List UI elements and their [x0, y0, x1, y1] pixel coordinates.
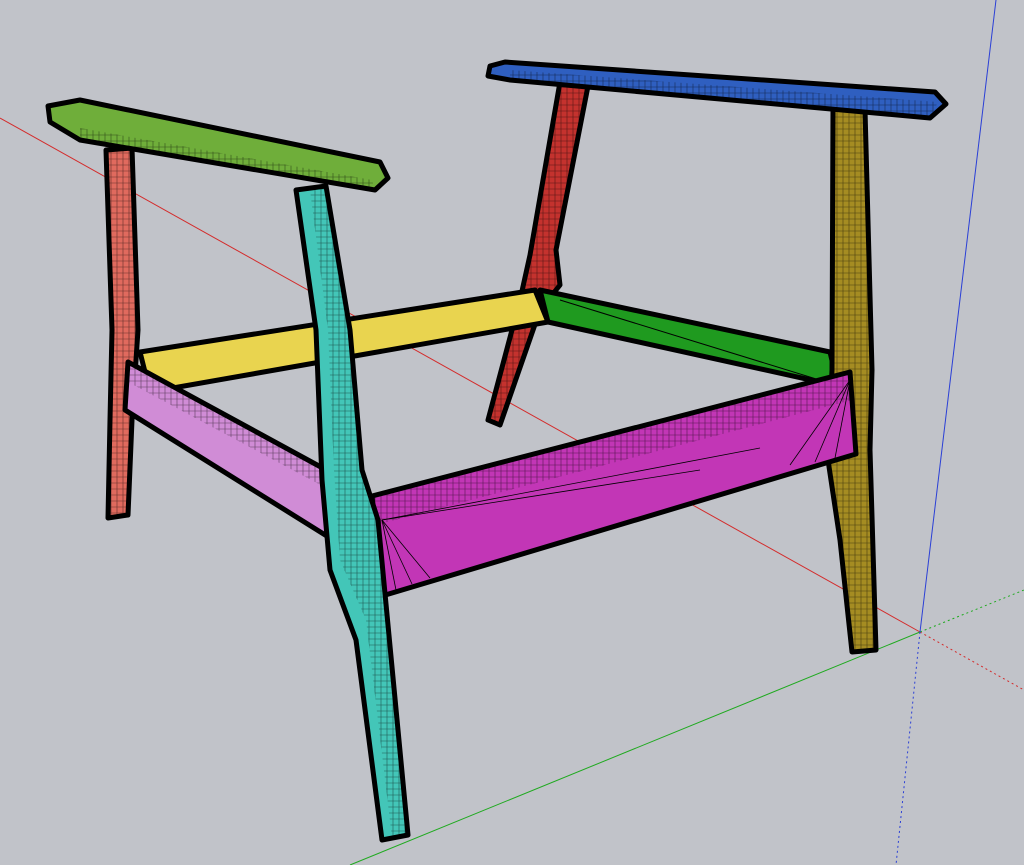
right-rail[interactable]	[537, 287, 841, 389]
green-axis-solid	[349, 631, 921, 865]
blue-axis-dotted	[895, 631, 921, 865]
back-left-leg[interactable]	[103, 145, 141, 521]
green-axis-dotted	[919, 589, 1024, 633]
modeling-viewport[interactable]	[0, 0, 1024, 865]
back-right-leg[interactable]	[485, 79, 591, 428]
left-armrest[interactable]	[45, 97, 391, 193]
chair-frame-model[interactable]	[45, 59, 949, 843]
left-rail[interactable]	[122, 359, 333, 541]
red-axis-dotted	[919, 631, 1024, 691]
front-rail[interactable]	[369, 369, 859, 599]
viewport-canvas[interactable]	[0, 0, 1024, 865]
